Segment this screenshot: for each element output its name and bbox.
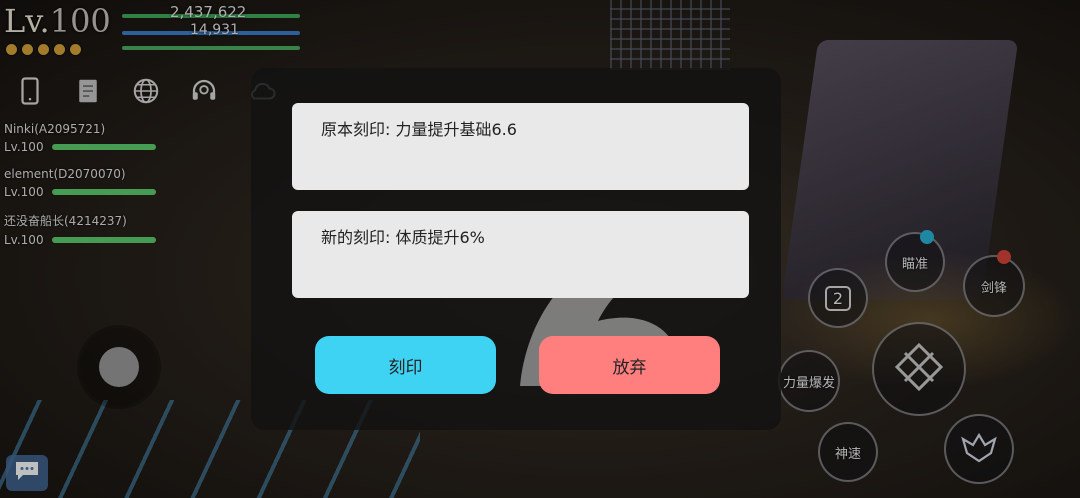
imprint-dialog: 原本刻印: 力量提升基础6.6 新的刻印: 体质提升6% 刻印 放弃: [251, 68, 781, 430]
new-imprint-text: 新的刻印: 体质提升6%: [321, 228, 485, 247]
imprint-button[interactable]: 刻印: [315, 336, 496, 394]
new-imprint-field: 新的刻印: 体质提升6%: [292, 211, 749, 298]
original-imprint-field: 原本刻印: 力量提升基础6.6: [292, 103, 749, 190]
abandon-button[interactable]: 放弃: [539, 336, 720, 394]
original-imprint-text: 原本刻印: 力量提升基础6.6: [321, 120, 517, 139]
